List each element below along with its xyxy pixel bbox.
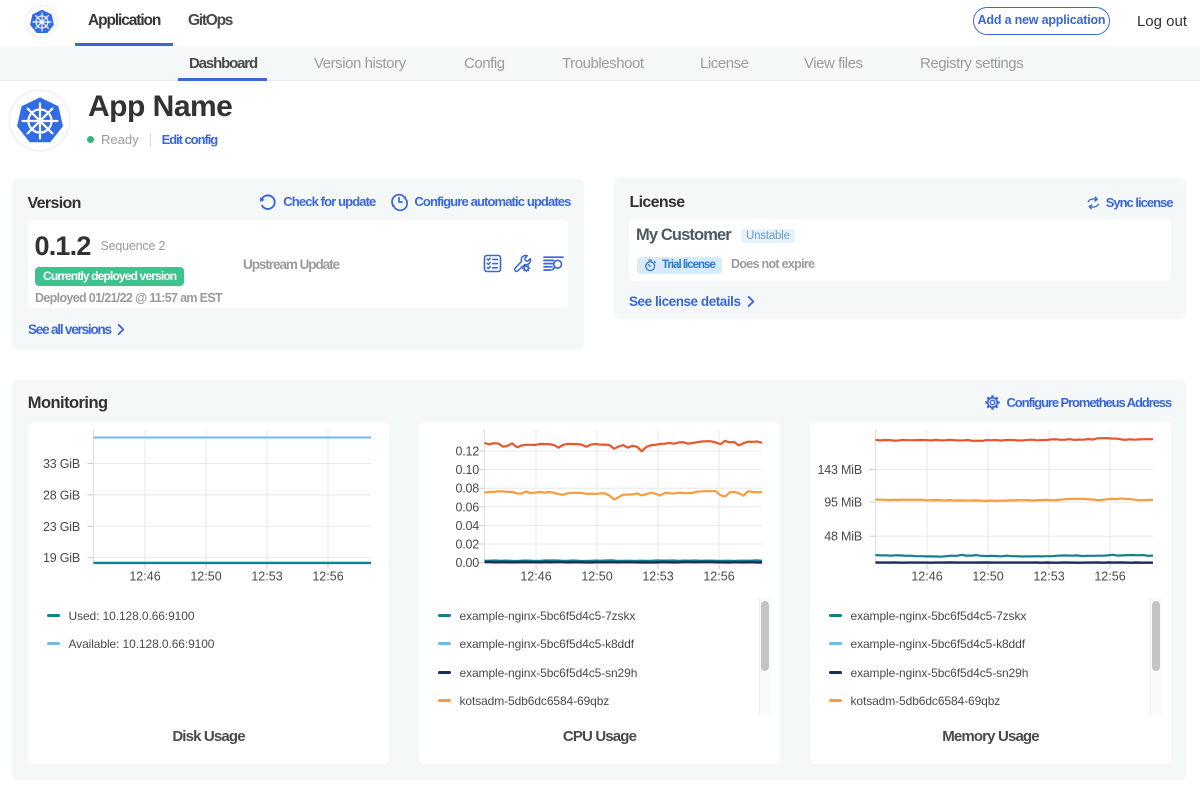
svg-text:23 GiB: 23 GiB: [43, 520, 80, 534]
svg-text:12:50: 12:50: [190, 570, 221, 584]
svg-text:12:56: 12:56: [312, 570, 343, 584]
svg-text:12:46: 12:46: [911, 570, 942, 584]
svg-text:33 GiB: 33 GiB: [43, 457, 80, 471]
svg-text:12:53: 12:53: [251, 570, 282, 584]
svg-text:0.06: 0.06: [455, 500, 479, 514]
svg-text:12:56: 12:56: [703, 570, 734, 584]
svg-text:0.04: 0.04: [455, 519, 479, 533]
svg-text:19 GiB: 19 GiB: [43, 551, 80, 565]
svg-text:12:53: 12:53: [642, 570, 673, 584]
svg-text:12:56: 12:56: [1094, 570, 1125, 584]
svg-text:12:53: 12:53: [1033, 570, 1064, 584]
svg-text:0.10: 0.10: [455, 463, 479, 477]
svg-text:12:50: 12:50: [581, 570, 612, 584]
svg-text:48 MiB: 48 MiB: [824, 530, 862, 544]
svg-text:0.00: 0.00: [455, 556, 479, 570]
svg-text:0.12: 0.12: [455, 445, 479, 459]
svg-text:143 MiB: 143 MiB: [818, 463, 862, 477]
svg-text:0.02: 0.02: [455, 538, 479, 552]
svg-text:0.08: 0.08: [455, 482, 479, 496]
svg-text:95 MiB: 95 MiB: [824, 496, 862, 510]
svg-text:12:50: 12:50: [972, 570, 1003, 584]
svg-text:12:46: 12:46: [129, 570, 160, 584]
svg-text:28 GiB: 28 GiB: [43, 488, 80, 502]
svg-text:12:46: 12:46: [520, 570, 551, 584]
